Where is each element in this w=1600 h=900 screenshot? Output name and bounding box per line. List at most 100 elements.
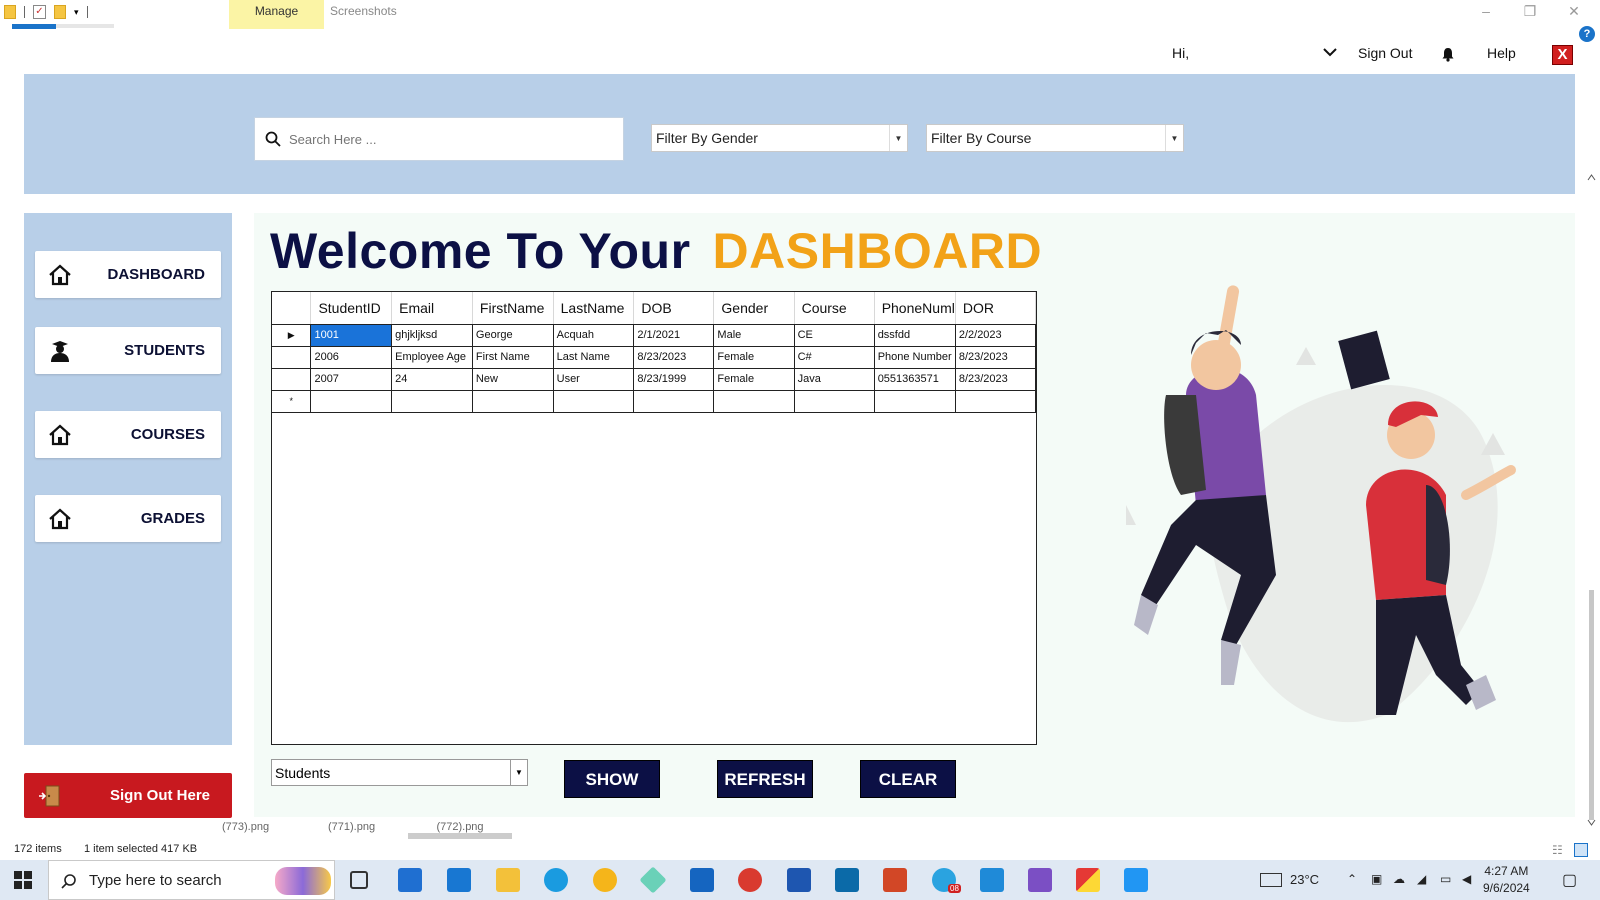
folder-icon[interactable] — [4, 5, 16, 19]
column-header[interactable]: DOR — [955, 292, 1037, 325]
search-input[interactable] — [289, 131, 589, 147]
grid-cell[interactable]: CE — [794, 324, 875, 347]
running-app-icon[interactable] — [1076, 868, 1100, 892]
grid-cell[interactable] — [391, 390, 473, 413]
grid-cell[interactable]: First Name — [472, 346, 554, 369]
dropdown-arrow-icon[interactable]: ▼ — [1165, 125, 1183, 151]
grid-cell[interactable]: Phone Number — [874, 346, 956, 369]
edge-icon[interactable] — [544, 868, 568, 892]
new-folder-icon[interactable] — [54, 5, 66, 19]
details-view-icon[interactable]: ☷ — [1552, 843, 1563, 857]
grid-cell[interactable]: Female — [713, 368, 795, 391]
row-header-cell[interactable] — [272, 368, 312, 391]
grid-cell[interactable]: 2/2/2023 — [955, 324, 1037, 347]
column-header[interactable]: LastName — [553, 292, 635, 325]
column-header[interactable]: PhoneNuml — [874, 292, 956, 325]
column-header[interactable]: DOB — [633, 292, 715, 325]
sidebar-item-dashboard[interactable]: DASHBOARD — [35, 251, 221, 298]
properties-icon[interactable]: ✓ — [33, 5, 46, 19]
minimize-icon[interactable]: – — [1464, 0, 1508, 24]
grid-cell[interactable] — [955, 390, 1037, 413]
grid-cell[interactable]: Female — [713, 346, 795, 369]
grid-cell[interactable]: 8/23/2023 — [955, 368, 1037, 391]
dropdown-arrow-icon[interactable]: ▼ — [889, 125, 907, 151]
outlook-icon[interactable] — [690, 868, 714, 892]
clear-button[interactable]: CLEAR — [860, 760, 956, 798]
vertical-scrollbar[interactable] — [1585, 170, 1598, 830]
thumbnail-label-selected[interactable]: (772).png — [408, 821, 512, 839]
word-icon[interactable] — [787, 868, 811, 892]
battery-icon[interactable]: ▭ — [1440, 872, 1451, 886]
row-header-cell[interactable] — [272, 346, 312, 369]
help-icon[interactable]: ? — [1579, 26, 1595, 42]
pinned-app-icon[interactable] — [639, 866, 667, 894]
wifi-icon[interactable]: ◢ — [1417, 872, 1426, 886]
grid-cell[interactable]: Acquah — [553, 324, 635, 347]
meet-now-icon[interactable]: ▣ — [1371, 872, 1382, 886]
store-icon[interactable] — [398, 868, 422, 892]
dropdown-arrow-icon[interactable]: ▼ — [510, 760, 527, 785]
column-header[interactable]: FirstName — [472, 292, 554, 325]
column-header[interactable]: Course — [794, 292, 875, 325]
current-row-marker[interactable]: ▶ — [272, 324, 312, 347]
gender-filter-select[interactable]: Filter By Gender ▼ — [651, 124, 908, 152]
grid-cell[interactable]: User — [553, 368, 635, 391]
grid-cell[interactable]: 8/23/2023 — [633, 346, 715, 369]
grid-cell[interactable]: 0551363571 — [874, 368, 956, 391]
grid-cell[interactable]: 24 — [391, 368, 473, 391]
grid-cell[interactable] — [794, 390, 875, 413]
weather-widget-icon[interactable] — [1260, 873, 1282, 887]
grid-cell[interactable]: Last Name — [553, 346, 635, 369]
taskbar-search-box[interactable]: Type here to search — [48, 860, 335, 900]
column-header[interactable]: Email — [391, 292, 473, 325]
ribbon-tab-screenshots[interactable]: Screenshots — [330, 0, 410, 29]
thumbnail-label[interactable]: (773).png — [222, 821, 269, 833]
grid-cell[interactable]: George — [472, 324, 554, 347]
search-box[interactable] — [254, 117, 624, 161]
sidebar-item-grades[interactable]: GRADES — [35, 495, 221, 542]
refresh-button[interactable]: REFRESH — [717, 760, 813, 798]
course-filter-select[interactable]: Filter By Course ▼ — [926, 124, 1184, 152]
grid-cell[interactable]: Employee Age — [391, 346, 473, 369]
grid-cell[interactable] — [472, 390, 554, 413]
grid-cell[interactable] — [553, 390, 635, 413]
customize-toolbar-icon[interactable]: ▾ — [74, 7, 79, 18]
table-row[interactable]: 2007 24 New User 8/23/1999 Female Java 0… — [272, 368, 1037, 391]
grid-cell[interactable]: dssfdd — [874, 324, 956, 347]
mail-icon[interactable] — [447, 868, 471, 892]
media-player-icon[interactable] — [835, 868, 859, 892]
table-row[interactable]: ▶ 1001 ghjkljksd George Acquah 2/1/2021 … — [272, 324, 1037, 347]
app-close-button[interactable]: X — [1552, 45, 1573, 65]
file-explorer-icon[interactable] — [496, 868, 520, 892]
vscode-icon[interactable] — [980, 868, 1004, 892]
window-close-icon[interactable]: ✕ — [1552, 0, 1596, 24]
grid-cell[interactable]: 2006 — [310, 346, 393, 369]
powerpoint-icon[interactable] — [883, 868, 907, 892]
grid-cell[interactable]: New — [472, 368, 554, 391]
grid-cell[interactable]: C# — [794, 346, 875, 369]
column-header[interactable]: Gender — [713, 292, 795, 325]
new-row-marker[interactable]: * — [272, 390, 312, 413]
taskbar-clock[interactable]: 4:27 AM 9/6/2024 — [1483, 863, 1530, 897]
task-view-icon[interactable] — [350, 871, 368, 889]
header-sign-out-link[interactable]: Sign Out — [1358, 45, 1412, 61]
windows-start-icon[interactable] — [14, 871, 32, 889]
column-header[interactable]: StudentID — [310, 292, 393, 325]
grid-cell[interactable] — [310, 390, 393, 413]
show-button[interactable]: SHOW — [564, 760, 660, 798]
grid-cell[interactable]: 2007 — [310, 368, 393, 391]
students-data-grid[interactable]: StudentID Email FirstName LastName DOB G… — [271, 291, 1037, 745]
ribbon-tab-manage[interactable]: Manage — [229, 0, 324, 29]
grid-cell[interactable]: Male — [713, 324, 795, 347]
grid-cell[interactable] — [874, 390, 956, 413]
bell-icon[interactable] — [1441, 47, 1455, 62]
sidebar-item-courses[interactable]: COURSES — [35, 411, 221, 458]
grid-cell[interactable]: 8/23/2023 — [955, 346, 1037, 369]
grid-cell[interactable] — [713, 390, 795, 413]
photos-icon[interactable] — [1124, 868, 1148, 892]
restore-icon[interactable]: ❐ — [1508, 0, 1552, 24]
tray-expand-icon[interactable]: ⌃ — [1347, 872, 1357, 886]
chrome-icon[interactable] — [738, 868, 762, 892]
grid-cell[interactable]: ghjkljksd — [391, 324, 473, 347]
chrome-canary-icon[interactable] — [593, 868, 617, 892]
